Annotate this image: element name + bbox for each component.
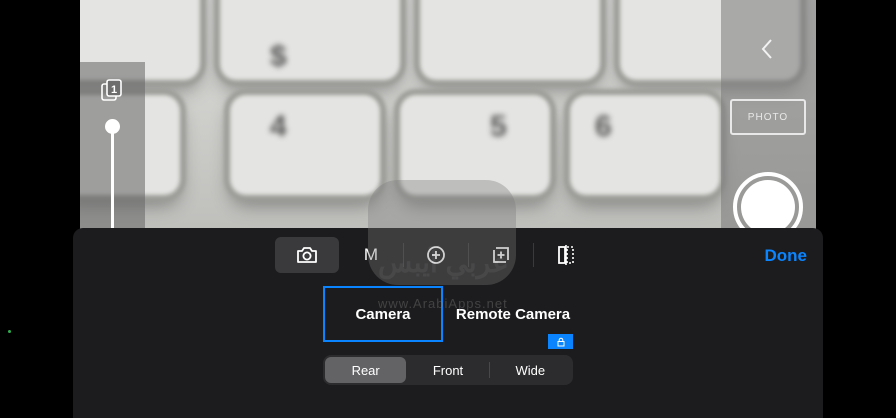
exposure-plus-icon xyxy=(493,247,509,263)
exposure-plus-button[interactable] xyxy=(469,237,533,273)
camera-icon xyxy=(297,247,317,263)
key-glyph: 5 xyxy=(490,110,507,143)
done-button[interactable]: Done xyxy=(765,246,808,266)
mirror-button[interactable] xyxy=(534,237,598,273)
lens-selector: Rear Front Wide xyxy=(323,355,573,385)
blurred-key xyxy=(230,95,380,195)
lock-icon xyxy=(557,337,564,346)
capture-panel: PHOTO xyxy=(721,0,816,242)
manual-mode-button[interactable]: M xyxy=(339,237,403,273)
svg-text:1: 1 xyxy=(111,84,117,96)
blurred-key xyxy=(400,95,550,195)
shutter-icon xyxy=(741,180,795,234)
lens-option-front[interactable]: Front xyxy=(407,357,488,383)
zoom-plus-button[interactable] xyxy=(404,237,468,273)
camera-source-option[interactable]: Camera xyxy=(323,286,443,342)
blurred-key xyxy=(570,95,720,195)
camera-settings-sheet: M Done Camera Remote Camera Rear Front W… xyxy=(73,228,823,418)
settings-toolbar: M xyxy=(275,237,598,273)
camera-tool-button[interactable] xyxy=(275,237,339,273)
camera-viewfinder[interactable]: $ 4 5 6 xyxy=(80,0,816,240)
photo-mode-button[interactable]: PHOTO xyxy=(730,99,806,135)
zoom-slider-knob[interactable] xyxy=(105,119,120,134)
zoom-plus-icon xyxy=(427,246,445,264)
status-dot xyxy=(8,330,11,333)
key-glyph: 6 xyxy=(595,110,612,143)
key-glyph: $ xyxy=(270,40,287,73)
lens-option-rear[interactable]: Rear xyxy=(325,357,407,383)
lock-badge xyxy=(548,334,573,349)
blurred-key xyxy=(220,0,400,80)
blurred-key xyxy=(420,0,600,80)
key-glyph: 4 xyxy=(270,110,287,143)
aspect-ratio-icon[interactable]: 1 xyxy=(100,78,124,107)
zoom-panel: 1 xyxy=(80,62,145,246)
chevron-left-icon[interactable] xyxy=(759,37,775,66)
mirror-icon xyxy=(558,245,574,265)
lens-option-wide[interactable]: Wide xyxy=(490,357,571,383)
